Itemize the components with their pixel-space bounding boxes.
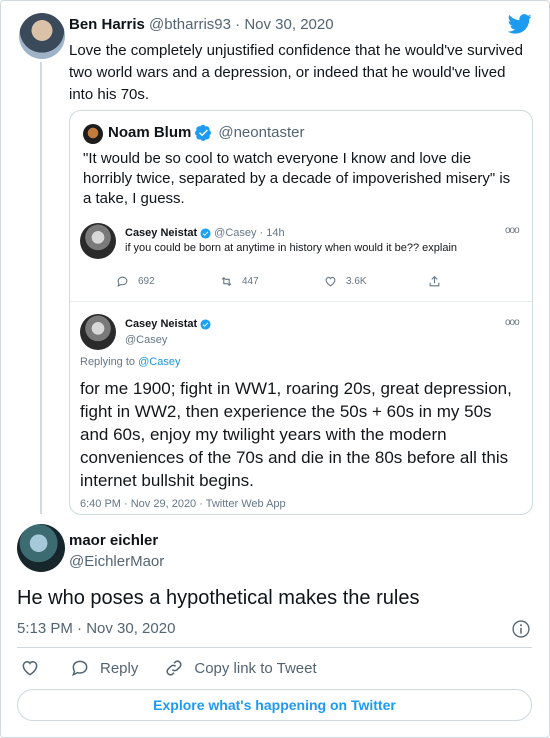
copy-link-label: Copy link to Tweet — [194, 659, 317, 677]
tweet-text: for me 1900; fight in WW1, roaring 20s, … — [80, 379, 512, 490]
divider — [70, 301, 532, 302]
reply-count: 692 — [116, 275, 220, 288]
author-handle: @neontaster — [218, 124, 305, 141]
quote-tweet-card[interactable]: Noam Blum @neontaster "It would be so co… — [69, 110, 533, 515]
author-name[interactable]: Ben Harris — [69, 16, 145, 33]
heart-icon — [22, 660, 38, 676]
share-action — [428, 275, 532, 288]
tweet-date[interactable]: Nov 30, 2020 — [244, 16, 333, 33]
like-count: 3.6K — [324, 275, 428, 288]
avatar — [80, 223, 116, 259]
twitter-logo-icon[interactable] — [508, 14, 532, 34]
more-icon: ooo — [505, 317, 520, 328]
divider — [17, 647, 532, 648]
tweet-text: if you could be born at anytime in histo… — [125, 242, 458, 254]
screenshot-image: Casey Neistat @Casey · 14h if you could … — [70, 211, 532, 514]
more-icon: ooo — [505, 225, 520, 236]
explore-twitter-button[interactable]: Explore what's happening on Twitter — [17, 689, 532, 721]
author-name: Casey Neistat — [125, 318, 211, 330]
avatar[interactable] — [19, 13, 65, 59]
retweet-icon — [221, 276, 232, 287]
thread-line — [40, 62, 42, 514]
author-name[interactable]: maor eichler — [69, 532, 158, 549]
reply-button[interactable]: Reply — [70, 658, 138, 678]
reply-icon — [72, 660, 88, 677]
author-handle[interactable]: @EichlerMaor — [69, 553, 164, 570]
verified-badge-icon — [200, 227, 211, 239]
copy-link-button[interactable]: Copy link to Tweet — [164, 658, 317, 678]
avatar — [80, 314, 116, 350]
heart-icon — [325, 276, 336, 287]
info-icon[interactable] — [511, 619, 531, 639]
screenshot-actions: 692 447 3.6K — [116, 275, 532, 288]
reply-label: Reply — [100, 659, 139, 677]
quote-header: Noam Blum @neontaster — [108, 124, 304, 141]
tweet-header: Ben Harris @btharris93 · Nov 30, 2020 — [69, 16, 334, 33]
author-name: Casey Neistat @Casey · 14h — [125, 227, 285, 239]
author-handle: @Casey — [125, 334, 168, 346]
tweet-footer: 6:40 PM · Nov 29, 2020 · Twitter Web App — [80, 498, 286, 510]
verified-badge-icon — [195, 124, 212, 141]
link-icon — [166, 660, 182, 676]
tweet-text: Love the completely unjustified confiden… — [69, 42, 523, 103]
tweet-actions: Reply Copy link to Tweet — [20, 658, 317, 678]
quote-text: "It would be so cool to watch everyone I… — [83, 150, 511, 207]
retweet-count: 447 — [220, 275, 324, 288]
avatar[interactable] — [17, 524, 65, 572]
separator: · — [235, 16, 241, 33]
share-icon — [429, 275, 440, 287]
like-button[interactable] — [20, 658, 40, 678]
avatar — [83, 124, 103, 144]
verified-badge-icon — [200, 318, 211, 330]
author-handle[interactable]: @btharris93 — [149, 16, 231, 33]
tweet-text: He who poses a hypothetical makes the ru… — [17, 587, 420, 609]
author-name: Noam Blum — [108, 124, 192, 141]
replying-to: Replying to @Casey — [80, 356, 181, 368]
reply-icon — [117, 276, 128, 287]
tweet-timestamp[interactable]: 5:13 PM · Nov 30, 2020 — [17, 620, 175, 637]
